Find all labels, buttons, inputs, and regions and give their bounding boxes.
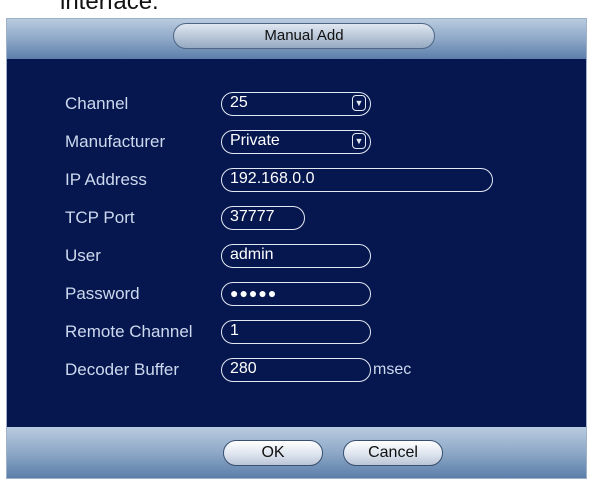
- decoder-buffer-value: 280: [230, 360, 257, 377]
- password-row: Password ●●●●●: [7, 281, 586, 307]
- ip-address-label: IP Address: [65, 170, 147, 189]
- password-label: Password: [65, 284, 140, 303]
- ip-address-value: 192.168.0.0: [230, 170, 315, 187]
- decoder-buffer-row: Decoder Buffer 280 msec: [7, 357, 586, 383]
- ip-address-row: IP Address 192.168.0.0: [7, 167, 586, 193]
- channel-value: 25: [230, 94, 248, 111]
- ip-address-input[interactable]: 192.168.0.0: [221, 168, 493, 192]
- decoder-buffer-input[interactable]: 280: [221, 358, 371, 382]
- remote-channel-value: 1: [230, 322, 239, 339]
- ok-button[interactable]: OK: [223, 440, 323, 466]
- remote-channel-row: Remote Channel 1: [7, 319, 586, 345]
- tcp-port-row: TCP Port 37777: [7, 205, 586, 231]
- manufacturer-value: Private: [230, 132, 280, 149]
- manufacturer-label: Manufacturer: [65, 132, 166, 151]
- tcp-port-label: TCP Port: [65, 208, 135, 227]
- dialog-titlebar: Manual Add: [7, 19, 586, 59]
- chevron-down-icon[interactable]: ▼: [352, 95, 366, 111]
- password-input[interactable]: ●●●●●: [221, 282, 371, 306]
- decoder-buffer-label: Decoder Buffer: [65, 360, 180, 379]
- channel-label: Channel: [65, 94, 129, 113]
- chevron-down-icon[interactable]: ▼: [352, 133, 366, 149]
- user-value: admin: [230, 246, 274, 263]
- manual-add-dialog: Manual Add Channel 25 ▼ Manufacturer Pri…: [6, 18, 587, 479]
- dialog-footer: OK Cancel: [7, 427, 586, 478]
- form-panel: Channel 25 ▼ Manufacturer Private ▼ IP A…: [7, 59, 586, 429]
- password-value: ●●●●●: [230, 285, 278, 301]
- tcp-port-value: 37777: [230, 208, 275, 225]
- user-label: User: [65, 246, 101, 265]
- caption-text: interface.: [60, 0, 159, 15]
- remote-channel-input[interactable]: 1: [221, 320, 371, 344]
- dialog-title: Manual Add: [173, 23, 435, 49]
- user-row: User admin: [7, 243, 586, 269]
- decoder-buffer-unit: msec: [373, 361, 412, 378]
- manufacturer-row: Manufacturer Private ▼: [7, 129, 586, 155]
- cancel-button[interactable]: Cancel: [343, 440, 443, 466]
- remote-channel-label: Remote Channel: [65, 322, 193, 341]
- manufacturer-select[interactable]: Private ▼: [221, 130, 371, 154]
- tcp-port-input[interactable]: 37777: [221, 206, 305, 230]
- user-input[interactable]: admin: [221, 244, 371, 268]
- channel-row: Channel 25 ▼: [7, 91, 586, 117]
- channel-select[interactable]: 25 ▼: [221, 92, 371, 116]
